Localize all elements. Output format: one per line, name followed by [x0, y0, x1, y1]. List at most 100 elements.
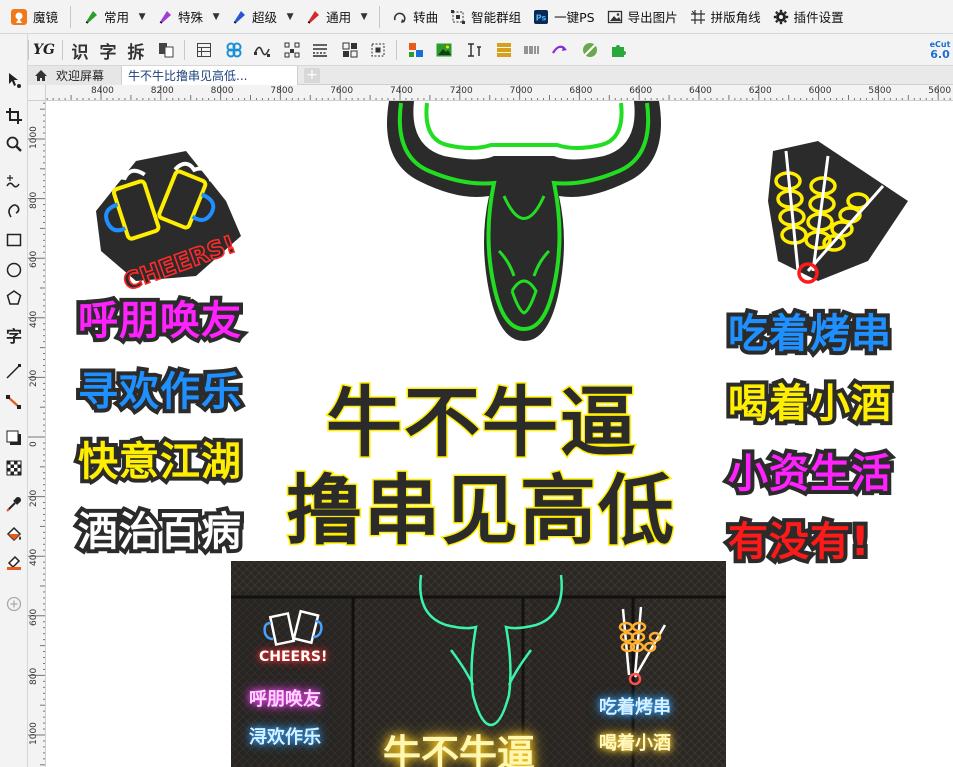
align-lines-button[interactable] [308, 38, 332, 62]
tab-welcome-screen[interactable]: 欢迎屏幕 [28, 66, 122, 85]
common-tools-menu-caret[interactable]: ▼ [135, 4, 149, 30]
neon-wall-photo[interactable]: CHEERS! 呼朋唤友 浔欢作乐 吃着烤串 喝着小酒 牛不牛逼 [231, 561, 726, 767]
image-frame-button[interactable] [432, 38, 456, 62]
one-click-ps-label: 一键PS [554, 10, 595, 25]
tool-ellipse[interactable] [2, 258, 26, 282]
tool-artistic-media[interactable] [2, 198, 26, 222]
bounding-box-button[interactable] [366, 38, 390, 62]
toolbar-separator [184, 40, 185, 60]
toolbox: 字 [0, 34, 28, 767]
pen-nib-red-icon [307, 10, 320, 24]
phrase-left-2[interactable]: 寻欢作乐 [74, 359, 245, 419]
phrase-left-4[interactable]: 酒治百病 [74, 499, 245, 559]
ruler-label: 7400 [390, 86, 413, 96]
ruler-label: 8000 [210, 86, 234, 96]
pen-nib-green-icon [85, 10, 98, 24]
text-align-button[interactable] [462, 38, 486, 62]
copy-object-button[interactable] [154, 38, 178, 62]
ecut-version-badge[interactable]: eCut 6.0 [929, 40, 951, 62]
phrase-left-1[interactable]: 呼朋唤友 [74, 288, 245, 348]
ruler-label: 6400 [689, 86, 712, 96]
super-tools-button[interactable]: 超级 [225, 4, 283, 30]
tool-interactive-fill[interactable] [2, 522, 26, 546]
export-image-icon [607, 10, 622, 23]
tool-shape[interactable] [2, 68, 26, 92]
pattern-button[interactable] [222, 38, 246, 62]
ellipse-icon [6, 262, 22, 278]
tool-polygon[interactable] [2, 286, 26, 310]
phrase-right-2[interactable]: 喝着小酒 [724, 371, 895, 431]
color-blocks-button[interactable] [404, 38, 428, 62]
tool-crop[interactable] [2, 104, 26, 128]
flow-arrow-icon [552, 45, 567, 54]
ruler-label: 6800 [569, 86, 593, 96]
bull-head-neon-graphic[interactable] [379, 101, 669, 341]
tool-drop-shadow[interactable] [2, 426, 26, 450]
dimension-line-icon [6, 364, 21, 379]
tool-text[interactable]: 字 [2, 323, 26, 347]
puzzle-button[interactable] [606, 38, 630, 62]
tool-smart-fill[interactable] [2, 550, 26, 574]
headline-line-2[interactable]: 撸串见高低 [285, 449, 676, 559]
drawing-canvas[interactable]: CHEERS! 呼朋唤友 寻欢作乐 快意江湖 酒治百病 牛不牛逼 撸串见高低 吃… [46, 101, 953, 767]
zoom-icon [6, 136, 22, 152]
phrase-right-3[interactable]: 小资生活 [724, 441, 895, 501]
text-align-icon [468, 43, 481, 57]
ruler-label: 200 [29, 370, 39, 388]
beer-mugs-neon-graphic[interactable]: CHEERS! [76, 141, 246, 291]
no-fill-button[interactable] [578, 38, 602, 62]
vertical-ruler[interactable]: 1000 800 600 400 200 0 200 400 600 800 1000 [28, 101, 46, 767]
phrase-left-3[interactable]: 快意江湖 [74, 429, 245, 489]
flow-arrow-button[interactable] [548, 38, 572, 62]
node-select-button[interactable] [280, 38, 304, 62]
tool-add-quick-customize[interactable] [2, 592, 26, 616]
plugin-settings-button[interactable]: 插件设置 [767, 4, 850, 30]
plus-circle-icon [6, 596, 22, 612]
yg-tool-button[interactable]: YG [32, 38, 56, 62]
skewers-neon-graphic[interactable] [758, 141, 908, 291]
ruler-label: 0 [29, 441, 39, 447]
text-split-button[interactable]: 拆 [124, 38, 148, 63]
export-image-button[interactable]: 导出图片 [601, 4, 684, 30]
one-click-ps-button[interactable]: Ps 一键PS [527, 4, 600, 30]
tool-connector[interactable] [2, 390, 26, 414]
rectangle-icon [6, 233, 22, 247]
tool-dimension[interactable] [2, 360, 26, 384]
barcode-icon [524, 46, 539, 54]
gear-icon [773, 9, 788, 24]
barcode-button[interactable] [520, 38, 544, 62]
toolbar-separator [28, 40, 29, 60]
convert-curve-label: 转曲 [413, 10, 439, 25]
horizontal-ruler[interactable]: 8400 8200 8000 7800 7600 7400 7200 7000 6800 6600… [46, 85, 953, 101]
photo-cheers-text: CHEERS! [259, 649, 328, 665]
curve-node-button[interactable] [250, 38, 274, 62]
general-tools-menu-caret[interactable]: ▼ [357, 4, 371, 30]
special-tools-button[interactable]: 特殊 [151, 4, 209, 30]
text-recognize-button[interactable]: 识 [68, 38, 92, 63]
table-button[interactable] [192, 38, 216, 62]
text-tool-button[interactable]: 字 [96, 38, 120, 63]
convert-curve-button[interactable]: 转曲 [386, 4, 444, 30]
photo-left-line-2: 浔欢作乐 [249, 727, 321, 748]
tab-active-document[interactable]: 牛不牛比撸串见高低... [122, 66, 298, 85]
ruler-origin-corner[interactable] [28, 85, 46, 101]
smart-group-icon [451, 9, 466, 24]
tool-transparency[interactable] [2, 456, 26, 480]
phrase-right-4[interactable]: 有没有! [724, 509, 873, 569]
special-tools-menu-caret[interactable]: ▼ [209, 4, 223, 30]
app-logo-button[interactable]: 魔镜 [4, 4, 64, 30]
common-tools-button[interactable]: 常用 [77, 4, 135, 30]
tool-zoom[interactable] [2, 132, 26, 156]
new-tab-button[interactable]: + [304, 68, 320, 83]
super-tools-menu-caret[interactable]: ▼ [283, 4, 297, 30]
tool-freehand[interactable] [2, 170, 26, 194]
tool-eyedropper[interactable] [2, 492, 26, 516]
general-tools-button[interactable]: 通用 [299, 4, 357, 30]
crop-marks-button[interactable]: 拼版角线 [684, 4, 767, 30]
list-grid-button[interactable] [492, 38, 516, 62]
smart-group-button[interactable]: 智能群组 [444, 4, 527, 30]
phrase-right-1[interactable]: 吃着烤串 [724, 301, 895, 361]
smart-group-label: 智能群组 [471, 10, 522, 25]
tool-rectangle[interactable] [2, 228, 26, 252]
arrange-button[interactable] [338, 38, 362, 62]
